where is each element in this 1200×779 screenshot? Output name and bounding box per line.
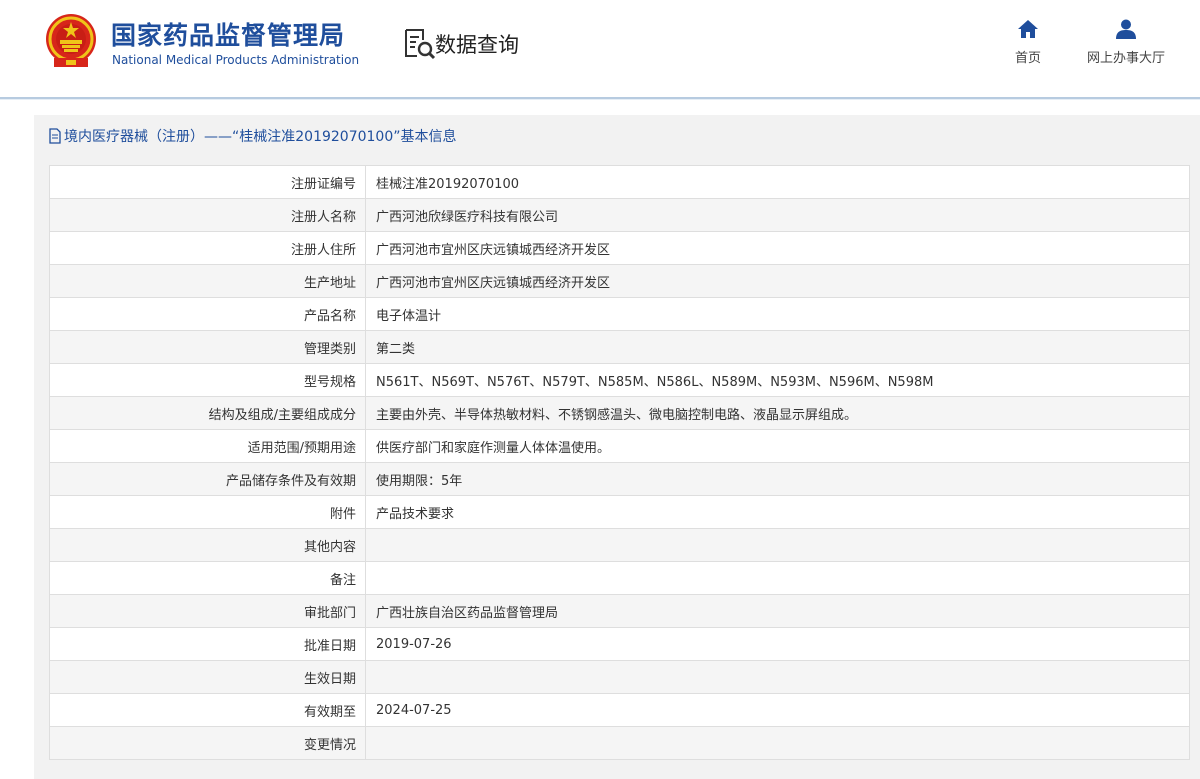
table-row: 适用范围/预期用途 供医疗部门和家庭作测量人体体温使用。 bbox=[49, 429, 1190, 463]
user-icon bbox=[1116, 19, 1136, 39]
registration-info-table: 注册证编号 桂械注准20192070100 注册人名称 广西河池欣绿医疗科技有限公司注… bbox=[49, 165, 1190, 760]
field-label: 管理类别 bbox=[49, 330, 366, 364]
field-label: 其他内容 bbox=[49, 528, 366, 562]
brand-name-cn: 国家药品监督管理局 bbox=[111, 21, 346, 50]
table-row: 型号规格 N561T、N569T、N576T、N579T、N585M、N586L、… bbox=[49, 363, 1190, 397]
field-label: 附件 bbox=[49, 495, 366, 529]
field-label: 变更情况 bbox=[49, 726, 366, 760]
field-label: 审批部门 bbox=[49, 594, 366, 628]
field-label: 型号规格 bbox=[49, 363, 366, 397]
field-label: 备注 bbox=[49, 561, 366, 595]
field-label: 产品储存条件及有效期 bbox=[49, 462, 366, 496]
field-label: 注册人住所 bbox=[49, 231, 366, 265]
field-value: 2019-07-26 bbox=[365, 627, 1190, 661]
field-value: 使用期限：5年 bbox=[365, 462, 1190, 496]
field-label: 生产地址 bbox=[49, 264, 366, 298]
field-label: 批准日期 bbox=[49, 627, 366, 661]
table-row: 注册人住所 广西河池市宜州区庆远镇城西经济开发区 bbox=[49, 231, 1190, 265]
field-value: 电子体温计 bbox=[365, 297, 1190, 331]
site-header: 国家药品监督管理局 National Medical Products Admi… bbox=[0, 0, 1200, 97]
table-row: 生效日期 bbox=[49, 660, 1190, 694]
nav-home-link[interactable]: 首页 bbox=[1008, 18, 1048, 66]
header-divider-shadow bbox=[0, 99, 1200, 100]
document-icon bbox=[49, 128, 61, 144]
field-label: 产品名称 bbox=[49, 297, 366, 331]
nav-home-label: 首页 bbox=[1014, 51, 1041, 66]
field-label: 生效日期 bbox=[49, 660, 366, 694]
table-row: 变更情况 bbox=[49, 726, 1190, 760]
field-value: 广西河池市宜州区庆远镇城西经济开发区 bbox=[365, 231, 1190, 265]
document-search-icon bbox=[405, 29, 436, 60]
table-row: 附件 产品技术要求 bbox=[49, 495, 1190, 529]
field-value: 广西壮族自治区药品监督管理局 bbox=[365, 594, 1190, 628]
field-value bbox=[365, 528, 1190, 562]
national-emblem-icon bbox=[46, 14, 96, 67]
panel-title-text: 境内医疗器械（注册）——“桂械注准20192070100”基本信息 bbox=[64, 129, 457, 145]
home-icon bbox=[1018, 20, 1038, 38]
field-label: 适用范围/预期用途 bbox=[49, 429, 366, 463]
field-value: 广西河池市宜州区庆远镇城西经济开发区 bbox=[365, 264, 1190, 298]
field-label: 注册证编号 bbox=[49, 165, 366, 199]
table-row: 结构及组成/主要组成成分 主要由外壳、半导体热敏材料、不锈钢感温头、微电脑控制电路… bbox=[49, 396, 1190, 430]
brand-name-en: National Medical Products Administration bbox=[112, 53, 360, 67]
table-row: 有效期至 2024-07-25 bbox=[49, 693, 1190, 727]
page-title: 数据查询 bbox=[435, 33, 519, 57]
field-label: 结构及组成/主要组成成分 bbox=[49, 396, 366, 430]
table-row: 注册人名称 广西河池欣绿医疗科技有限公司 bbox=[49, 198, 1190, 232]
nav-online-hall-label: 网上办事大厅 bbox=[1086, 51, 1165, 66]
field-value: 产品技术要求 bbox=[365, 495, 1190, 529]
field-value bbox=[365, 561, 1190, 595]
field-value bbox=[365, 660, 1190, 694]
field-value: 第二类 bbox=[365, 330, 1190, 364]
field-value: 供医疗部门和家庭作测量人体体温使用。 bbox=[365, 429, 1190, 463]
field-value: 2024-07-25 bbox=[365, 693, 1190, 727]
field-value bbox=[365, 726, 1190, 760]
field-label: 有效期至 bbox=[49, 693, 366, 727]
field-value: 主要由外壳、半导体热敏材料、不锈钢感温头、微电脑控制电路、液晶显示屏组成。 bbox=[365, 396, 1190, 430]
table-row: 生产地址 广西河池市宜州区庆远镇城西经济开发区 bbox=[49, 264, 1190, 298]
field-value: 桂械注准20192070100 bbox=[365, 165, 1190, 199]
field-value: 广西河池欣绿医疗科技有限公司 bbox=[365, 198, 1190, 232]
field-value: N561T、N569T、N576T、N579T、N585M、N586L、N589… bbox=[365, 363, 1190, 397]
panel-title: 境内医疗器械（注册）——“桂械注准20192070100”基本信息 bbox=[48, 126, 456, 146]
field-label: 注册人名称 bbox=[49, 198, 366, 232]
nav-online-hall-link[interactable]: 网上办事大厅 bbox=[1080, 18, 1172, 66]
table-row: 注册证编号 桂械注准20192070100 bbox=[49, 165, 1190, 199]
table-row: 产品名称 电子体温计 bbox=[49, 297, 1190, 331]
table-row: 其他内容 bbox=[49, 528, 1190, 562]
table-row: 产品储存条件及有效期 使用期限：5年 bbox=[49, 462, 1190, 496]
table-row: 审批部门 广西壮族自治区药品监督管理局 bbox=[49, 594, 1190, 628]
table-row: 备注 bbox=[49, 561, 1190, 595]
table-row: 批准日期 2019-07-26 bbox=[49, 627, 1190, 661]
table-row: 管理类别 第二类 bbox=[49, 330, 1190, 364]
